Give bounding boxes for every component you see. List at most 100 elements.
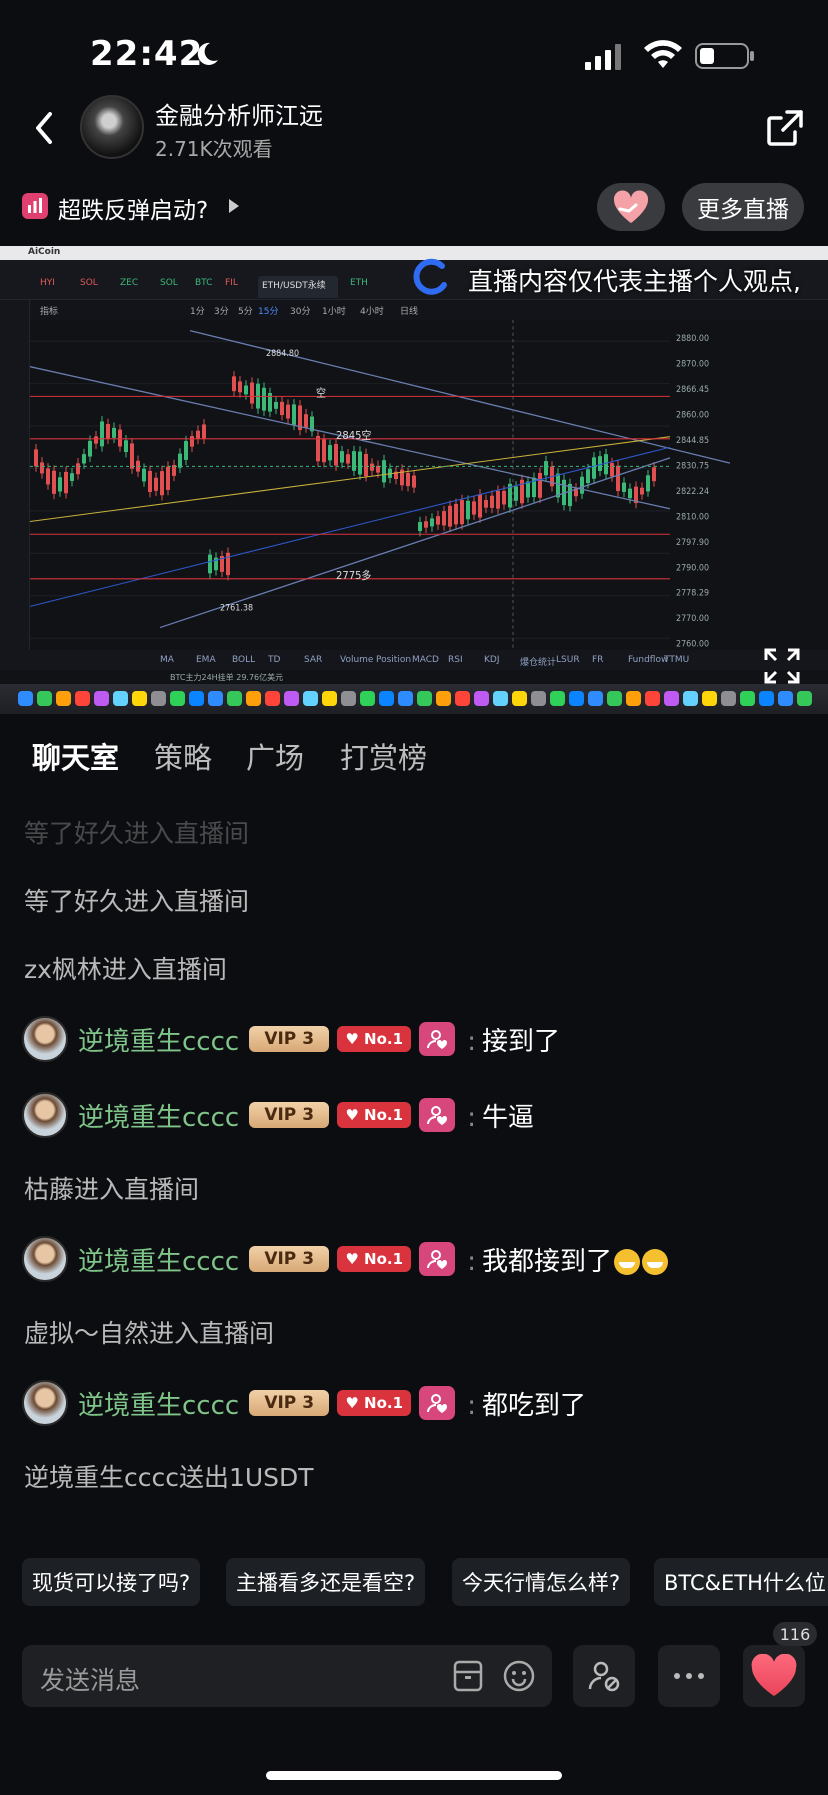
candle <box>46 463 50 490</box>
status-time: 22:42 <box>90 34 204 74</box>
candle <box>622 477 626 498</box>
topic-title[interactable]: 超跌反弹启动? <box>58 191 208 225</box>
share-icon[interactable] <box>765 108 805 148</box>
live-video[interactable]: AiCoin HYI SOL ZEC SOL BTC FIL ETH/USDT永… <box>0 246 828 714</box>
room-tabs: 聊天室 策略 广场 打赏榜 <box>0 735 828 785</box>
tab-reward-rank[interactable]: 打赏榜 <box>340 735 427 777</box>
host-avatar[interactable] <box>80 95 144 159</box>
message-text: 接到了 <box>481 1026 560 1057</box>
candle <box>232 371 236 397</box>
indicator-label: 爆仓统计 <box>520 658 557 668</box>
vip-label: VIP 3 <box>264 1249 315 1269</box>
candle <box>274 396 278 415</box>
candle <box>310 411 314 437</box>
broadcast-logo-icon <box>413 258 447 295</box>
back-icon[interactable] <box>30 108 60 148</box>
more-options-button[interactable] <box>658 1645 720 1707</box>
candle <box>634 481 638 509</box>
price-axis-label: 2810.00 <box>676 511 709 521</box>
label-empty: 空 <box>316 386 326 399</box>
username[interactable]: 逆境重生cccc <box>78 1097 239 1134</box>
indicator-label: Position <box>376 655 412 665</box>
user-avatar[interactable] <box>22 1092 68 1138</box>
dock-app-icon <box>664 691 679 706</box>
price-axis-label: 2770.00 <box>676 613 709 623</box>
user-avatar[interactable] <box>22 1236 68 1282</box>
rank-badge: ♥ No.1 <box>337 1102 412 1128</box>
rank-label: No.1 <box>364 1030 404 1048</box>
chat-message: 逆境重生cccc VIP 3 ♥ No.1 : 牛逼 <box>22 1090 534 1140</box>
message-input[interactable]: 发送消息 <box>22 1645 552 1707</box>
candle <box>370 458 374 476</box>
chat-list[interactable]: 等了好久进入直播间 等了好久进入直播间 zx枫林进入直播间 逆境重生cccc V… <box>0 800 828 1530</box>
disclaimer-notice: 直播内容仅代表主播个人观点, <box>468 267 801 296</box>
candle <box>472 496 476 520</box>
username[interactable]: 逆境重生cccc <box>78 1021 239 1058</box>
dock-app-icon <box>436 691 451 706</box>
quick-reply-chip[interactable]: 今天行情怎么样? <box>452 1558 631 1606</box>
tab-chatroom[interactable]: 聊天室 <box>32 735 119 777</box>
candle <box>448 500 452 532</box>
candle <box>466 495 470 525</box>
view-count: 2.71K次观看 <box>155 137 273 161</box>
candle <box>382 454 386 488</box>
candle <box>304 408 308 433</box>
dock-app-icon <box>588 691 603 706</box>
dock-app-icon <box>151 691 166 706</box>
candle <box>436 510 440 530</box>
candle <box>442 505 446 531</box>
message-text: 都吃到了 <box>481 1390 586 1421</box>
dock-app-icon <box>170 691 185 706</box>
message-input-placeholder: 发送消息 <box>40 1666 141 1695</box>
label-short-level: 2845空 <box>336 428 371 441</box>
heart-hands-button[interactable] <box>597 183 665 231</box>
dock-app-icon <box>455 691 470 706</box>
candle <box>202 419 206 444</box>
more-live-button[interactable]: 更多直播 <box>682 183 804 231</box>
tab-strategy[interactable]: 策略 <box>154 735 212 777</box>
dock-app-icon <box>740 691 755 706</box>
dock-app-icon <box>341 691 356 706</box>
play-arrow-icon[interactable] <box>228 198 240 214</box>
indicator-label: MACD <box>412 655 439 665</box>
chart-tab-eth[interactable]: ETH/USDT永续 <box>258 276 338 298</box>
candle <box>430 513 434 532</box>
fan-badge-icon <box>419 1242 456 1276</box>
price-axis-label: 2760.00 <box>676 638 709 648</box>
home-indicator[interactable] <box>266 1771 562 1780</box>
username[interactable]: 逆境重生cccc <box>78 1241 239 1278</box>
candle <box>184 435 188 466</box>
user-avatar[interactable] <box>22 1380 68 1426</box>
user-block-button[interactable] <box>573 1645 635 1707</box>
quick-reply-chip[interactable]: 现货可以接了吗? <box>22 1558 201 1606</box>
quick-reply-chip[interactable]: BTC&ETH什么位 <box>654 1558 828 1606</box>
like-button[interactable] <box>743 1645 805 1707</box>
candle <box>544 455 548 481</box>
chart-toolbar: 指标 1分 3分 5分 15分 30分 1小时 4小时 日线 <box>0 300 828 320</box>
like-count-badge: 116 <box>773 1622 817 1646</box>
dock-app-icon <box>512 691 527 706</box>
candle <box>460 494 464 530</box>
tab-plaza[interactable]: 广场 <box>246 735 304 777</box>
emoji-icon[interactable] <box>502 1659 536 1693</box>
candle <box>88 435 92 462</box>
dock-app-icon <box>417 691 432 706</box>
candle <box>598 450 602 477</box>
indicator-label: MA <box>160 655 174 665</box>
host-name[interactable]: 金融分析师江远 <box>155 96 323 131</box>
dock-app-icon <box>360 691 375 706</box>
info-text: BTC主力24H挂单 29.76亿美元 <box>170 673 284 682</box>
dock-app-icon <box>322 691 337 706</box>
dock-app-icon <box>531 691 546 706</box>
username[interactable]: 逆境重生cccc <box>78 1385 239 1422</box>
fullscreen-icon[interactable] <box>762 646 802 686</box>
candle <box>106 418 110 445</box>
quick-reply-chip[interactable]: 主播看多还是看空? <box>226 1558 426 1606</box>
box-icon[interactable] <box>452 1659 484 1693</box>
candle <box>418 516 422 537</box>
candle <box>172 459 176 482</box>
candle <box>604 448 608 480</box>
user-avatar[interactable] <box>22 1016 68 1062</box>
candle <box>340 445 344 468</box>
indicator-label: TTMU <box>664 655 690 665</box>
